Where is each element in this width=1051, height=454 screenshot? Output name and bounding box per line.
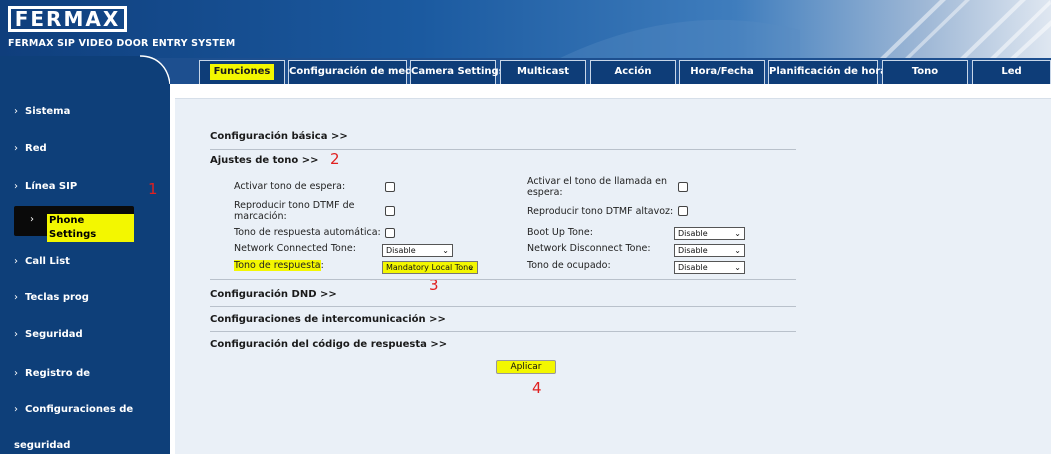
sidebar-curve — [0, 55, 170, 84]
network-connected-select[interactable]: Disable ⌄ — [382, 244, 453, 257]
section-basic[interactable]: Configuración básica >> — [210, 131, 348, 142]
annotation-2: 2 — [330, 150, 340, 168]
annotation-4: 4 — [532, 379, 542, 397]
header-banner: FERMAX FERMAX SIP VIDEO DOOR ENTRY SYSTE… — [0, 0, 1051, 58]
answer-tone-label: Tono de respuesta: — [234, 260, 324, 271]
header-decoration — [560, 0, 1051, 58]
chevron-right-icon: › — [14, 368, 18, 379]
chevron-right-icon: › — [14, 329, 18, 340]
chevron-right-icon: › — [14, 404, 18, 415]
chevron-down-icon: ⌄ — [734, 263, 741, 272]
chevron-down-icon: ⌄ — [734, 246, 741, 255]
divider — [210, 331, 796, 332]
tab-configuracion-medios[interactable]: Configuración de medios — [288, 60, 429, 84]
tab-funciones[interactable]: Funciones — [199, 60, 285, 84]
sidebar-item-seguridad[interactable]: › Seguridad — [14, 329, 83, 340]
chevron-down-icon: ⌄ — [734, 229, 741, 238]
call-waiting-tone-checkbox[interactable] — [678, 182, 688, 192]
fermax-logo: FERMAX — [8, 6, 127, 32]
hold-tone-checkbox[interactable] — [385, 182, 395, 192]
apply-button[interactable]: Aplicar — [496, 360, 556, 374]
chevron-right-icon: › — [14, 256, 18, 267]
main-content: Configuración básica >> Ajustes de tono … — [170, 84, 1051, 454]
app-root: FERMAX FERMAX SIP VIDEO DOOR ENTRY SYSTE… — [0, 0, 1051, 454]
tab-hora-fecha[interactable]: Hora/Fecha — [679, 60, 765, 84]
tab-multicast[interactable]: Multicast — [500, 60, 586, 84]
app-subtitle: FERMAX SIP VIDEO DOOR ENTRY SYSTEM — [8, 38, 236, 49]
annotation-1: 1 — [148, 180, 158, 198]
settings-panel: Configuración básica >> Ajustes de tono … — [175, 98, 1051, 454]
chevron-right-icon: › — [30, 214, 34, 225]
sidebar-item-linea-sip[interactable]: › Línea SIP — [14, 181, 77, 192]
sidebar-item-red[interactable]: › Red — [14, 143, 47, 154]
answer-tone-select[interactable]: Mandatory Local Tone ⌄ — [382, 261, 478, 274]
sidebar-item-registro[interactable]: › Registro de — [14, 368, 90, 379]
call-waiting-tone-label: Activar el tono de llamada en espera: — [527, 176, 667, 198]
hold-tone-label: Activar tono de espera: — [234, 181, 346, 192]
boot-up-tone-select[interactable]: Disable ⌄ — [674, 227, 745, 240]
sidebar-item-configuraciones-seguridad[interactable]: › Configuraciones de — [14, 404, 133, 415]
sidebar-item-sistema[interactable]: › Sistema — [14, 106, 70, 117]
busy-tone-select[interactable]: Disable ⌄ — [674, 261, 745, 274]
section-intercom[interactable]: Configuraciones de intercomunicación >> — [210, 314, 446, 325]
boot-up-tone-label: Boot Up Tone: — [527, 227, 593, 238]
sidebar-item-teclas-prog[interactable]: › Teclas prog — [14, 292, 89, 303]
divider — [210, 279, 796, 280]
sidebar-item-call-list[interactable]: › Call List — [14, 256, 70, 267]
sidebar-item-seguridad-cont[interactable]: seguridad — [14, 440, 70, 451]
dtmf-speaker-label: Reproducir tono DTMF altavoz: — [527, 206, 674, 217]
tab-tono[interactable]: Tono — [882, 60, 968, 84]
chevron-right-icon: › — [14, 292, 18, 303]
network-disconnect-select[interactable]: Disable ⌄ — [674, 244, 745, 257]
chevron-right-icon: › — [14, 143, 18, 154]
tab-accion[interactable]: Acción — [590, 60, 676, 84]
busy-tone-label: Tono de ocupado: — [527, 260, 611, 271]
section-dnd[interactable]: Configuración DND >> — [210, 289, 337, 300]
chevron-right-icon: › — [14, 181, 18, 192]
sidebar-item-phone-settings[interactable]: › Phone Settings — [14, 206, 134, 242]
section-answer-code[interactable]: Configuración del código de respuesta >> — [210, 339, 447, 350]
divider — [210, 149, 796, 150]
network-connected-label: Network Connected Tone: — [234, 243, 356, 254]
chevron-down-icon: ⌄ — [442, 246, 449, 255]
tab-led[interactable]: Led — [972, 60, 1051, 84]
network-disconnect-label: Network Disconnect Tone: — [527, 243, 651, 254]
auto-answer-tone-checkbox[interactable] — [385, 228, 395, 238]
dtmf-dial-label: Reproducir tono DTMF de marcación: — [234, 200, 355, 222]
dtmf-dial-checkbox[interactable] — [385, 206, 395, 216]
chevron-down-icon: ⌄ — [467, 263, 474, 272]
auto-answer-tone-label: Tono de respuesta automática: — [234, 227, 381, 238]
divider — [210, 306, 796, 307]
chevron-right-icon: › — [14, 106, 18, 117]
section-tone[interactable]: Ajustes de tono >> — [210, 155, 319, 166]
tab-planificacion-horario[interactable]: Planificación de horario — [768, 60, 902, 84]
tab-camera-settings[interactable]: Camera Settings — [410, 60, 505, 84]
dtmf-speaker-checkbox[interactable] — [678, 206, 688, 216]
sidebar: › Sistema › Red › Línea SIP › Phone Setting… — [0, 55, 170, 454]
